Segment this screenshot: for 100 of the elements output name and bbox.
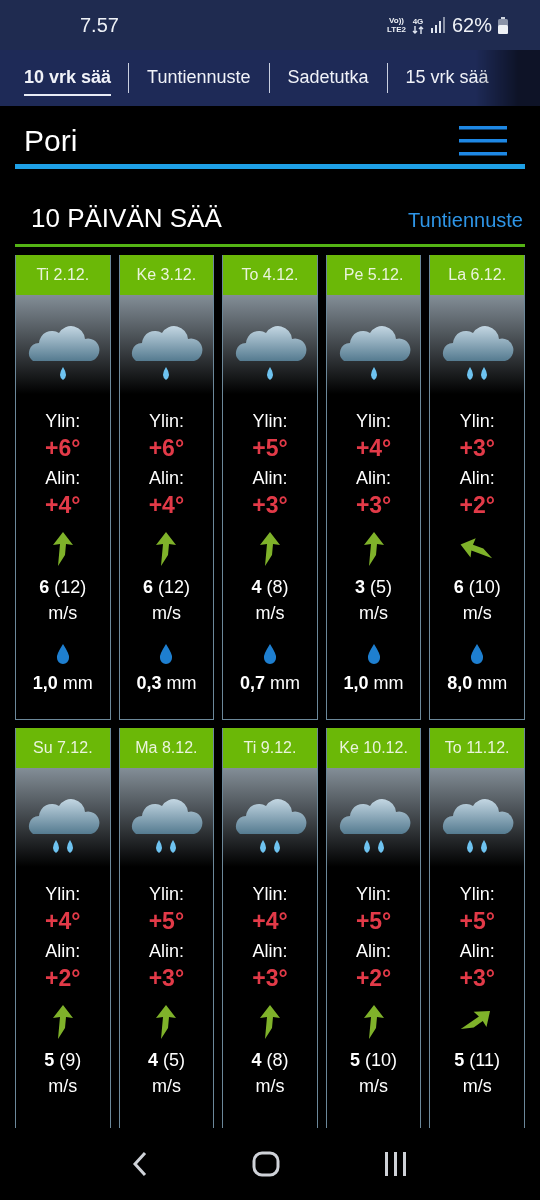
day-date: Pe 5.12. (326, 255, 421, 295)
raindrop-icon (366, 644, 381, 664)
low-temperature: +3° (252, 492, 288, 519)
wind-speed: 6 (10) (453, 577, 501, 598)
low-label: Alin: (148, 468, 184, 489)
precipitation-amount: 8,0 mm (447, 673, 508, 694)
wind-unit: m/s (151, 1076, 181, 1097)
low-temperature: +2° (355, 965, 392, 992)
day-date: Ke 10.12. (326, 728, 421, 768)
low-label: Alin: (459, 468, 495, 489)
precipitation-amount: 0,3 mm (136, 673, 197, 694)
high-temperature: +5° (459, 908, 495, 935)
wind-speed: 6 (12) (142, 577, 190, 598)
wind-speed: 5 (11) (454, 1050, 501, 1071)
low-temperature: +2° (459, 492, 495, 519)
low-label: Alin: (252, 941, 288, 962)
wind-arrow-icon (156, 1005, 177, 1039)
wind-speed: 5 (10) (350, 1050, 398, 1071)
low-label: Alin: (252, 468, 288, 489)
lte-indicator: LTE2 (387, 25, 406, 34)
wind-unit: m/s (151, 603, 181, 624)
day-date: Ke 3.12. (119, 255, 214, 295)
battery-icon (498, 16, 508, 34)
low-label: Alin: (356, 468, 392, 489)
network-type: 4G (412, 16, 424, 26)
wind-unit: m/s (462, 603, 492, 624)
signal-icon (429, 17, 446, 33)
precipitation-amount: 1,0 mm (343, 673, 404, 694)
wind-unit: m/s (359, 603, 389, 624)
day-date: To 11.12. (430, 728, 524, 768)
wind-speed: 4 (8) (251, 577, 289, 598)
low-temperature: +2° (45, 965, 81, 992)
high-temperature: +5° (148, 908, 185, 935)
wind-arrow-icon (52, 532, 73, 566)
nav-tab[interactable]: Tuntiennuste (136, 60, 262, 96)
raindrop-icon (159, 644, 174, 664)
section-title: 10 PÄIVÄN SÄÄ (31, 203, 222, 234)
low-temperature: +4° (148, 492, 185, 519)
high-label: Ylin: (148, 411, 184, 432)
raindrop-icon (55, 644, 70, 664)
raindrop-icon (470, 644, 485, 664)
high-temperature: +5° (355, 908, 392, 935)
wind-arrow-icon (460, 1011, 491, 1030)
wind-unit: m/s (255, 603, 285, 624)
wind-arrow-icon (363, 532, 384, 566)
clock-time: 7.57 (80, 13, 119, 37)
low-label: Alin: (356, 941, 392, 962)
city-title: Pori (24, 124, 78, 158)
high-label: Ylin: (356, 411, 392, 432)
menu-icon[interactable] (459, 126, 507, 156)
raindrop-icon (263, 644, 277, 664)
wind-unit: m/s (48, 1076, 78, 1097)
hourly-forecast-link[interactable]: Tuntiennuste (408, 209, 523, 232)
wind-unit: m/s (255, 1076, 285, 1097)
low-temperature: +3° (459, 965, 495, 992)
high-label: Ylin: (148, 884, 184, 905)
low-temperature: +3° (355, 492, 392, 519)
recent-apps-icon[interactable] (384, 1152, 408, 1176)
wind-speed: 4 (5) (147, 1050, 185, 1071)
home-icon[interactable] (252, 1151, 280, 1177)
wind-speed: 6 (12) (39, 577, 87, 598)
low-temperature: +4° (45, 492, 81, 519)
high-temperature: +4° (252, 908, 288, 935)
wind-arrow-icon (260, 1005, 280, 1039)
wind-arrow-icon (363, 1005, 384, 1039)
day-date: Su 7.12. (16, 728, 110, 768)
day-date: To 4.12. (223, 255, 317, 295)
wind-speed: 5 (9) (44, 1050, 82, 1071)
wind-speed: 3 (5) (355, 577, 393, 598)
high-temperature: +6° (148, 435, 185, 462)
high-label: Ylin: (459, 884, 495, 905)
wind-arrow-icon (460, 538, 493, 559)
high-label: Ylin: (45, 884, 81, 905)
high-temperature: +6° (45, 435, 81, 462)
low-temperature: +3° (252, 965, 288, 992)
nav-tab[interactable]: 15 vrk sää (394, 60, 500, 96)
data-arrows-icon (411, 25, 424, 34)
high-temperature: +4° (45, 908, 81, 935)
nav-tab[interactable]: Sadetutka (276, 60, 380, 96)
wind-unit: m/s (359, 1076, 389, 1097)
high-temperature: +4° (355, 435, 392, 462)
high-label: Ylin: (252, 411, 288, 432)
wind-arrow-icon (52, 1005, 73, 1039)
back-icon[interactable] (132, 1151, 148, 1177)
wind-arrow-icon (156, 532, 177, 566)
wind-unit: m/s (48, 603, 78, 624)
low-label: Alin: (148, 941, 184, 962)
high-temperature: +5° (252, 435, 288, 462)
wind-speed: 4 (8) (251, 1050, 289, 1071)
day-date: Ma 8.12. (119, 728, 214, 768)
low-label: Alin: (459, 941, 495, 962)
high-label: Ylin: (45, 411, 81, 432)
nav-tab[interactable]: 10 vrk sää (24, 60, 112, 96)
low-label: Alin: (45, 941, 81, 962)
low-label: Alin: (45, 468, 81, 489)
precipitation-amount: 0,7 mm (239, 673, 300, 694)
high-label: Ylin: (459, 411, 495, 432)
high-temperature: +3° (459, 435, 495, 462)
battery-percent: 62% (451, 13, 492, 37)
high-label: Ylin: (356, 884, 392, 905)
